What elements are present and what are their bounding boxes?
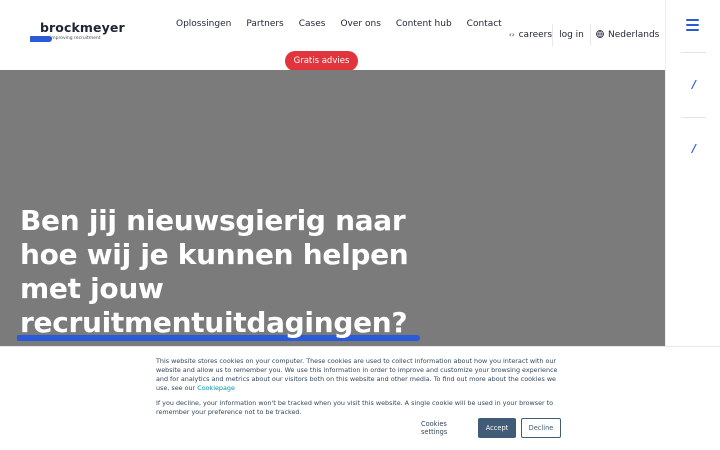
cookie-paragraph-2: If you decline, your information won't b… xyxy=(156,399,554,416)
hero-title-highlight: recruitmentuitdagingen? xyxy=(17,306,421,341)
page: brockmeyer improving recruitment Oplossi… xyxy=(0,0,720,450)
site-header: brockmeyer improving recruitment Oplossi… xyxy=(0,0,671,71)
hamburger-menu-icon[interactable] xyxy=(686,19,699,31)
nav-item-content-hub[interactable]: Content hub xyxy=(396,19,452,29)
gratis-advies-button[interactable]: Gratis advies xyxy=(285,51,358,71)
logo-tagline: improving recruitment xyxy=(50,36,101,41)
rail-phone-button[interactable]: ∕ xyxy=(686,76,702,92)
cookies-settings-button[interactable]: Cookies settings xyxy=(421,418,475,438)
login-label: log in xyxy=(559,30,584,40)
phone-icon: ∕ xyxy=(691,141,697,155)
cookie-banner: This website stores cookies on your comp… xyxy=(0,346,720,450)
hero-title-highlight-text: recruitmentuitdagingen? xyxy=(20,306,408,339)
login-link[interactable]: log in xyxy=(553,24,591,46)
brockmeyer-logo[interactable]: brockmeyer improving recruitment xyxy=(30,20,130,44)
language-label: Nederlands xyxy=(608,30,660,40)
careers-label: careers xyxy=(518,30,553,40)
logo-name: brockmeyer xyxy=(40,20,125,35)
hero-section: Ben jij nieuwsgierig naar hoe wij je kun… xyxy=(0,70,665,346)
language-selector[interactable]: Nederlands xyxy=(591,24,671,46)
hero-title-line: met jouw xyxy=(20,272,164,305)
careers-link[interactable]: ‹› careers xyxy=(505,24,553,46)
cookiepage-link[interactable]: Cookiepage xyxy=(197,384,235,392)
rail-divider xyxy=(681,52,706,53)
nav-item-cases[interactable]: Cases xyxy=(299,19,326,29)
phone-icon: ∕ xyxy=(691,77,697,91)
nav-item-over-ons[interactable]: Over ons xyxy=(340,19,380,29)
hero-title-line: hoe wij je kunnen helpen xyxy=(20,238,409,271)
rail-phone-button[interactable]: ∕ xyxy=(686,140,702,156)
nav-item-oplossingen[interactable]: Oplossingen xyxy=(176,19,231,29)
main-nav: Oplossingen Partners Cases Over ons Cont… xyxy=(176,19,502,29)
rail-divider xyxy=(681,117,706,118)
nav-item-partners[interactable]: Partners xyxy=(246,19,283,29)
globe-icon xyxy=(596,29,604,41)
accept-button[interactable]: Accept xyxy=(478,418,516,438)
hero-title-line: Ben jij nieuwsgierig naar xyxy=(20,204,406,237)
nav-item-contact[interactable]: Contact xyxy=(467,19,502,29)
hero-title: Ben jij nieuwsgierig naar hoe wij je kun… xyxy=(17,204,421,341)
careers-icon: ‹› xyxy=(509,31,515,39)
hero-title-highlight-line: recruitmentuitdagingen? xyxy=(17,306,421,341)
logo-swoosh xyxy=(30,36,52,42)
cookie-paragraph: This website stores cookies on your comp… xyxy=(156,357,568,393)
decline-button[interactable]: Decline xyxy=(521,418,561,438)
cookie-text: This website stores cookies on your comp… xyxy=(156,357,568,423)
